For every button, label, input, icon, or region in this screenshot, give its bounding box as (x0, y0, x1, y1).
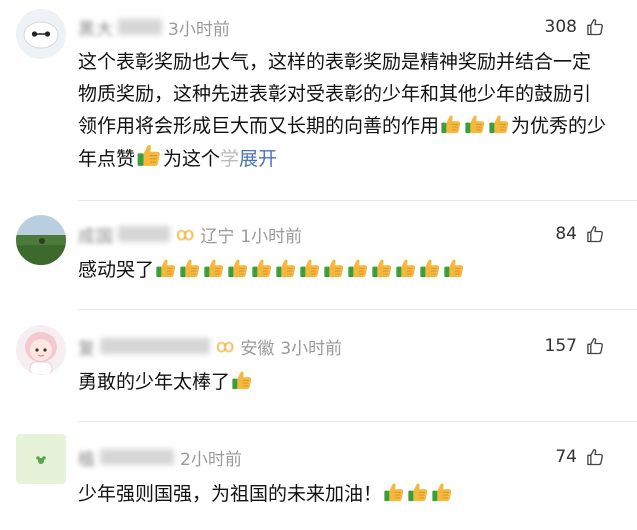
thumbs-up-emoji-icon (431, 481, 453, 503)
like-button[interactable]: 84 (555, 221, 605, 247)
like-count: 157 (544, 336, 577, 356)
thumbs-up-emoji-icon (419, 257, 441, 279)
thumbs-up-emoji-icon (231, 369, 253, 391)
cartoon-girl-avatar-icon (16, 325, 66, 375)
green-square-avatar-icon (16, 434, 66, 484)
thumbs-up-emoji-icon (464, 113, 486, 135)
thumbs-up-emoji-icon (440, 113, 462, 135)
thumbs-up-emoji-icon (203, 257, 225, 279)
location: 辽宁 (200, 226, 235, 247)
thumbs-up-emoji-icon (383, 481, 405, 503)
thumbs-up-emoji-icon (227, 257, 249, 279)
thumbs-up-emoji-icon (275, 257, 297, 279)
comment-text: 感动哭了 (78, 254, 608, 286)
username[interactable]: 复 (78, 334, 96, 359)
like-button[interactable]: 308 (545, 14, 605, 40)
like-button[interactable]: 74 (555, 444, 605, 470)
thumbs-up-emoji-icon (179, 257, 201, 279)
expand-link[interactable]: 展开 (239, 148, 277, 170)
divider (78, 421, 637, 422)
comment-meta: 复 ꝏ 安徽 3小时前 (78, 333, 342, 359)
redacted-name (100, 449, 174, 465)
baymax-avatar-icon (16, 9, 66, 59)
thumbs-up-emoji-icon (155, 257, 177, 279)
comment-text-part-faded: 学 (220, 148, 240, 170)
comment-text-body: 感动哭了 (78, 259, 155, 281)
thumbs-up-outline-icon (585, 336, 605, 356)
comment-text-body: 勇敢的少年太棒了 (78, 371, 231, 393)
thumbs-up-emoji-icon (251, 257, 273, 279)
comment-text: 这个表彰奖励也大气，这样的表彰奖励是精神奖励并结合一定物质奖励，这种先进表彰对受… (78, 46, 608, 175)
comment-text-body: 少年强则国强，为祖国的未来加油！ (78, 483, 383, 505)
thumbs-up-emoji-icon (488, 113, 510, 135)
redacted-name (118, 19, 162, 35)
username[interactable]: 成国 (78, 222, 114, 247)
comment-meta: 黑大 3小时前 (78, 14, 230, 40)
avatar[interactable] (16, 325, 66, 375)
comment-time: 3小时前 (280, 338, 343, 359)
redacted-name (118, 226, 170, 242)
comment-time: 3小时前 (168, 19, 230, 40)
thumbs-up-emoji-icon (395, 257, 417, 279)
comment-text: 勇敢的少年太棒了 (78, 366, 608, 398)
like-count: 308 (544, 17, 577, 37)
vip-badge-icon: ꝏ (216, 335, 235, 357)
avatar[interactable] (16, 215, 66, 265)
vip-badge-icon: ꝏ (176, 223, 195, 245)
like-button[interactable]: 157 (545, 333, 605, 359)
comment-time: 2小时前 (180, 449, 242, 470)
username[interactable]: 黑大 (78, 15, 114, 40)
divider (78, 309, 637, 310)
location: 安徽 (240, 338, 275, 359)
thumbs-up-emoji-icon (371, 257, 393, 279)
divider (78, 200, 637, 201)
thumbs-up-emoji-icon (136, 142, 162, 168)
landscape-avatar-icon (16, 215, 66, 265)
thumbs-up-outline-icon (585, 447, 605, 467)
username[interactable]: 植 (78, 445, 96, 470)
thumbs-up-outline-icon (585, 17, 605, 37)
like-count: 84 (555, 224, 577, 244)
comment-text: 少年强则国强，为祖国的未来加油！ (78, 478, 608, 510)
thumbs-up-emoji-icon (407, 481, 429, 503)
thumbs-up-emoji-icon (443, 257, 465, 279)
thumbs-up-emoji-icon (323, 257, 345, 279)
avatar[interactable] (16, 9, 66, 59)
comment-meta: 植 2小时前 (78, 444, 242, 470)
like-count: 74 (555, 447, 577, 467)
redacted-name (100, 338, 210, 354)
comment-text-part: 为这个 (163, 148, 221, 170)
comment-meta: 成国 ꝏ 辽宁 1小时前 (78, 221, 302, 247)
thumbs-up-emoji-icon (347, 257, 369, 279)
thumbs-up-outline-icon (585, 224, 605, 244)
avatar[interactable] (16, 434, 66, 484)
comment-time: 1小时前 (240, 226, 303, 247)
thumbs-up-emoji-icon (299, 257, 321, 279)
